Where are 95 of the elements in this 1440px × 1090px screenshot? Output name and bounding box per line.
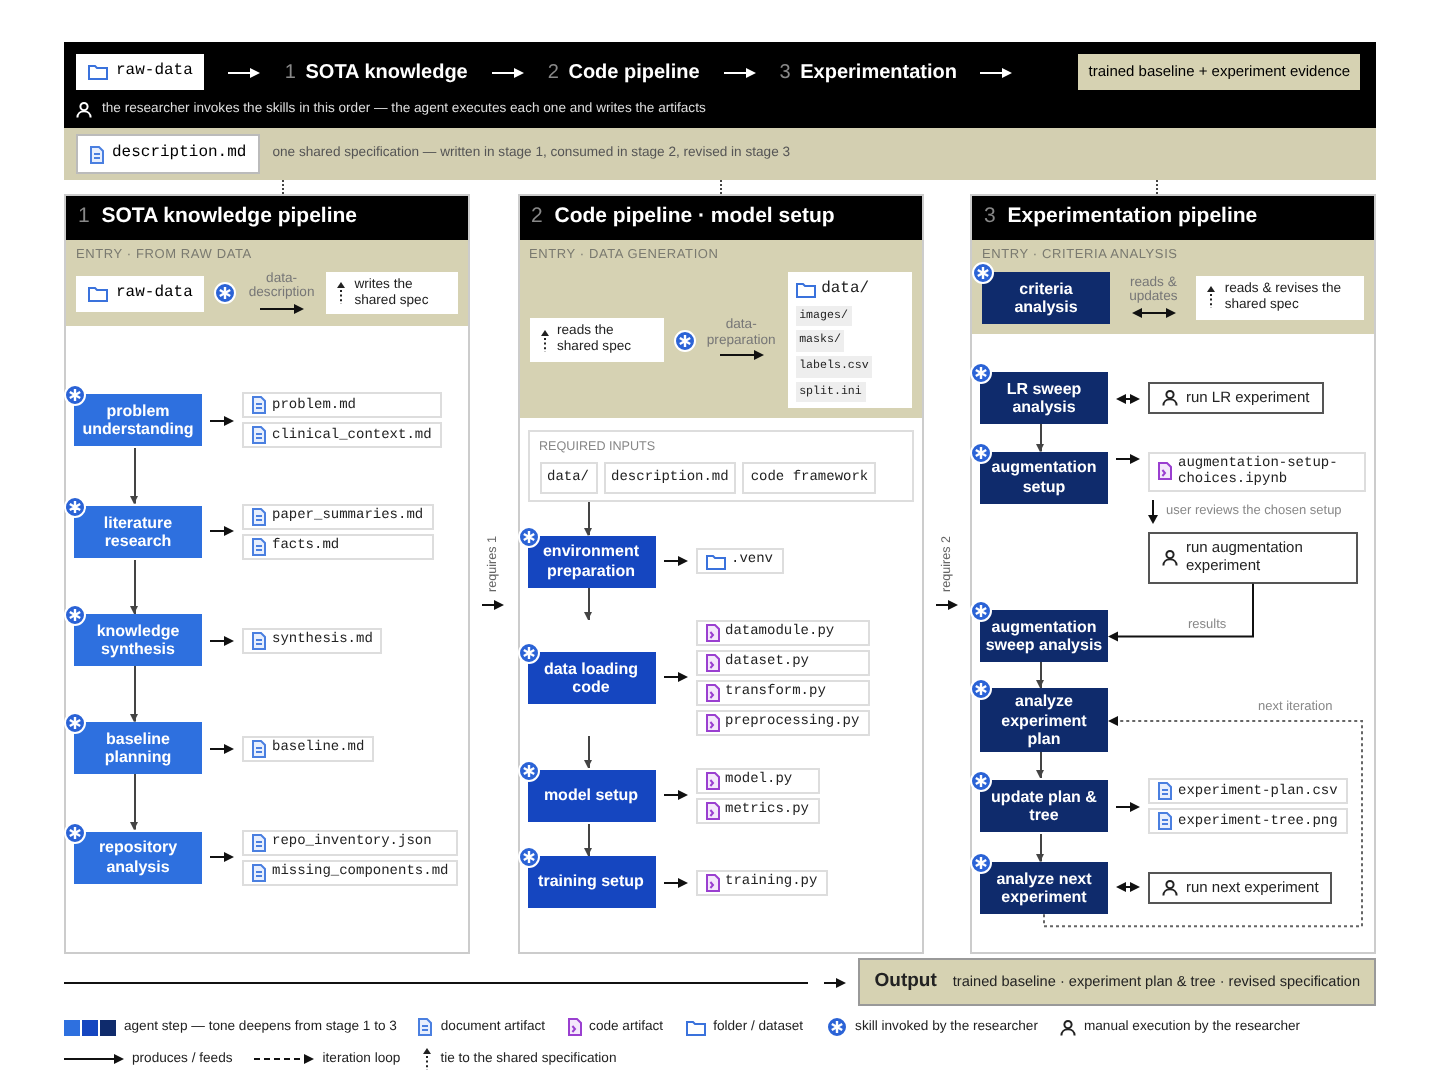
- code-file-icon: [1158, 462, 1172, 481]
- pipeline-title: 3 Experimentation pipeline: [972, 196, 1374, 240]
- document-icon: [252, 739, 266, 757]
- folder-name: raw-data: [116, 281, 193, 306]
- code-file-icon: [705, 801, 719, 820]
- flow-arrow: [824, 975, 847, 990]
- agent-step: data loading code: [527, 651, 655, 704]
- tie-line: [281, 180, 284, 195]
- skill-icon: [970, 599, 992, 622]
- skill-icon: [517, 846, 539, 868]
- document-icon: [252, 863, 266, 882]
- spec-tie-icon: [539, 329, 549, 352]
- skill-icon: [64, 821, 86, 844]
- code-file-icon: [705, 713, 719, 732]
- skill-icon: [64, 384, 86, 407]
- spec-tie-icon: [1206, 286, 1217, 309]
- folder-icon: [88, 64, 108, 80]
- document-icon: [1158, 782, 1172, 801]
- flow-arrow: [228, 65, 261, 79]
- flow-arrow: [723, 65, 756, 79]
- agent-step: problem understanding: [74, 394, 202, 447]
- code-file-icon: [567, 1018, 582, 1037]
- skill-icon: [972, 261, 994, 284]
- agent-step: model setup: [527, 769, 655, 822]
- folder-icon: [705, 553, 725, 570]
- document-icon: [1158, 812, 1172, 831]
- skill-icon: [214, 282, 237, 305]
- agent-step: literature research: [74, 505, 202, 558]
- agent-step: update plan & tree: [980, 780, 1108, 833]
- skill-icon: [825, 1016, 848, 1039]
- document-icon: [252, 537, 266, 556]
- person-icon: [76, 102, 92, 119]
- code-file-icon: [705, 873, 719, 891]
- pipeline-title: 2 Code pipeline · model setup: [519, 196, 921, 240]
- agent-step: criteria analysis: [982, 271, 1110, 324]
- person-icon: [1162, 879, 1178, 896]
- flow-arrow: [935, 598, 958, 613]
- document-icon: [90, 145, 104, 164]
- dashed-arrow: [254, 1052, 315, 1067]
- skill-icon: [64, 712, 86, 734]
- agent-step: knowledge synthesis: [74, 614, 202, 667]
- agent-step: baseline planning: [74, 722, 202, 774]
- document-icon: [252, 631, 266, 650]
- spec-tie-icon: [422, 1048, 433, 1071]
- person-icon: [1059, 1019, 1076, 1036]
- code-file-icon: [705, 683, 719, 702]
- person-icon: [1162, 549, 1178, 566]
- agent-step: training setup: [527, 856, 655, 908]
- stage-title: 2 Code pipeline: [547, 59, 700, 87]
- document-icon: [252, 396, 266, 415]
- agent-step: environment preparation: [527, 535, 655, 588]
- skill-icon: [970, 362, 992, 385]
- agent-step: augmentation sweep analysis: [980, 609, 1108, 662]
- pipeline-title: 1 SOTA knowledge pipeline: [66, 196, 468, 240]
- document-icon: [418, 1018, 433, 1037]
- agent-step: LR sweep analysis: [980, 372, 1108, 425]
- skill-icon: [517, 759, 539, 782]
- folder-name: raw-data: [116, 60, 193, 84]
- flow-arrow: [980, 65, 1013, 79]
- agent-step: analyze next experiment: [980, 861, 1108, 914]
- flow-arrow: [64, 1052, 124, 1067]
- file-name: description.md: [112, 142, 247, 167]
- skill-icon: [970, 678, 992, 701]
- skill-icon: [517, 641, 539, 664]
- agent-step: repository analysis: [74, 831, 202, 884]
- skill-icon: [517, 525, 539, 548]
- stage-title: 1 SOTA knowledge: [284, 59, 468, 87]
- output-title: Output: [874, 968, 937, 997]
- code-file-icon: [705, 623, 719, 642]
- flow-arrow: [491, 65, 524, 79]
- agent-step: augmentation setup: [980, 451, 1108, 504]
- tone-swatches: [64, 1019, 116, 1036]
- skill-icon: [673, 329, 696, 352]
- skill-icon: [970, 770, 992, 793]
- spec-tie-icon: [336, 282, 347, 305]
- skill-icon: [64, 495, 86, 518]
- flow-arrow: [482, 598, 505, 613]
- folder-icon: [795, 281, 816, 298]
- agent-step: analyze experiment plan: [980, 688, 1108, 752]
- tie-line: [1156, 180, 1159, 195]
- skill-icon: [970, 441, 992, 464]
- code-file-icon: [705, 771, 719, 790]
- tie-line: [719, 180, 721, 195]
- person-icon: [1162, 390, 1178, 407]
- folder-name: data/: [821, 277, 870, 302]
- document-icon: [252, 507, 266, 526]
- flow-arrow: [1148, 500, 1158, 525]
- document-icon: [252, 833, 266, 852]
- document-icon: [252, 426, 266, 445]
- folder-icon: [88, 285, 108, 302]
- stage-title: 3 Experimentation: [779, 59, 957, 87]
- skill-icon: [64, 604, 86, 627]
- code-file-icon: [705, 653, 719, 672]
- skill-icon: [970, 851, 992, 874]
- folder-icon: [685, 1019, 706, 1036]
